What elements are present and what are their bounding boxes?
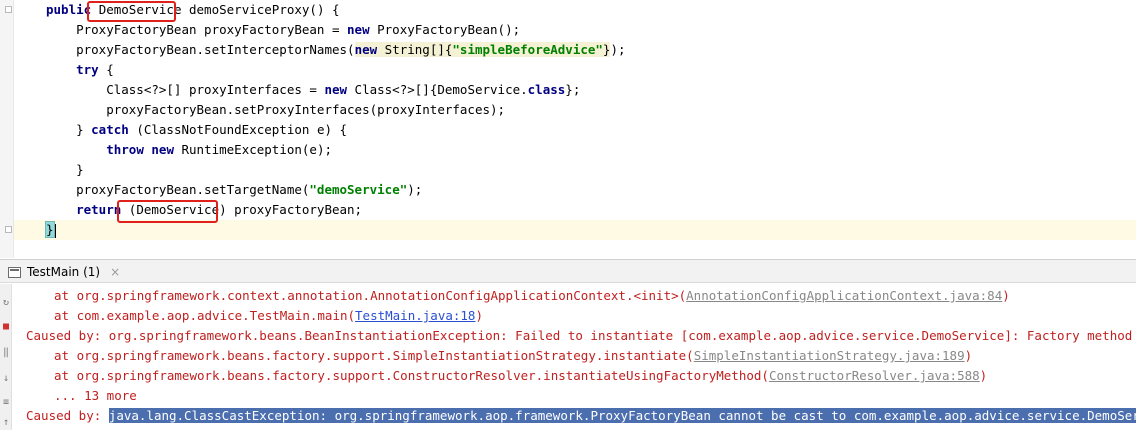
console-text: at org.springframework.beans.factory.sup… <box>54 348 694 363</box>
console-line: Caused by: java.lang.ClassCastException:… <box>26 406 1136 426</box>
source-link[interactable]: TestMain.java:18 <box>355 308 475 323</box>
source-link[interactable]: ConstructorResolver.java:588 <box>769 368 980 383</box>
code-token: public <box>46 2 92 17</box>
code-token: ); <box>407 182 423 197</box>
code-token: new <box>324 82 348 97</box>
code-token: Class<?>[]{DemoService. <box>347 82 528 97</box>
code-token: }; <box>565 82 581 97</box>
code-token: new <box>354 42 378 57</box>
code-line[interactable]: proxyFactoryBean.setTargetName("demoServ… <box>46 180 422 200</box>
close-icon[interactable]: × <box>110 265 120 279</box>
pause-icon[interactable]: ‖ <box>2 348 10 358</box>
code-line[interactable]: public DemoService demoServiceProxy() { <box>46 0 340 20</box>
code-line[interactable]: try { <box>46 60 114 80</box>
tab-testmain[interactable]: TestMain (1) × <box>8 263 120 281</box>
code-token: DemoService <box>98 2 182 17</box>
code-token: RuntimeException(e); <box>173 142 333 157</box>
source-link[interactable]: AnnotationConfigApplicationContext.java:… <box>686 288 1002 303</box>
fold-icon[interactable] <box>5 226 12 233</box>
scroll-down-icon[interactable]: ↓ <box>2 374 10 384</box>
scroll-up-icon[interactable]: ↑ <box>2 418 10 428</box>
code-line[interactable]: proxyFactoryBean.setProxyInterfaces(prox… <box>46 100 505 120</box>
code-token: ProxyFactoryBean(); <box>369 22 521 37</box>
console-text: ) <box>475 308 483 323</box>
code-token: try <box>76 62 99 77</box>
text-caret <box>53 223 56 238</box>
print-icon[interactable]: ≡ <box>2 398 10 408</box>
code-token: "demoService" <box>309 182 408 197</box>
run-tab-icon <box>8 266 21 278</box>
code-token: { <box>98 62 114 77</box>
console-text: ... 13 more <box>54 388 137 403</box>
code-line[interactable]: throw new RuntimeException(e); <box>46 140 332 160</box>
code-line[interactable]: } catch (ClassNotFoundException e) { <box>46 120 347 140</box>
console-line: at org.springframework.beans.factory.sup… <box>54 366 987 386</box>
code-token: new <box>347 22 370 37</box>
code-line[interactable]: proxyFactoryBean.setInterceptorNames(new… <box>46 40 626 60</box>
code-token: catch <box>91 122 129 137</box>
console-line: Caused by: org.springframework.beans.Bea… <box>26 326 1136 346</box>
code-token: return <box>76 202 122 217</box>
fold-icon[interactable] <box>5 6 12 13</box>
console-text: at org.springframework.beans.factory.sup… <box>54 368 769 383</box>
code-token: demoServiceProxy() { <box>181 2 340 17</box>
console-text: ) <box>979 368 988 383</box>
console-text: ) <box>964 348 973 363</box>
source-link[interactable]: SimpleInstantiationStrategy.java:189 <box>694 348 965 363</box>
console-output[interactable]: ↻ ■ ‖ ↓ ≡ ↑ at org.springframework.conte… <box>0 284 1136 430</box>
editor-gutter <box>0 0 14 258</box>
code-token: } <box>45 221 55 238</box>
console-text: Caused by: <box>26 408 109 423</box>
console-line: ... 13 more <box>54 386 137 406</box>
code-line[interactable]: return (DemoService) proxyFactoryBean; <box>46 200 362 220</box>
code-line-current[interactable]: } <box>14 220 1136 240</box>
selected-text: java.lang.ClassCastException: org.spring… <box>108 408 1136 423</box>
console-text: ) <box>1002 288 1010 303</box>
run-tool-window-header: TestMain (1) × <box>0 259 1136 283</box>
console-line: at org.springframework.beans.factory.sup… <box>54 346 972 366</box>
stop-icon[interactable]: ■ <box>2 322 10 332</box>
console-line: at org.springframework.context.annotatio… <box>54 286 1010 306</box>
code-token: new <box>151 142 174 157</box>
code-token: (DemoService) proxyFactoryBean; <box>121 202 363 217</box>
code-token: } <box>46 162 84 177</box>
rerun-icon[interactable]: ↻ <box>2 298 10 308</box>
code-token: "simpleBeforeAdvice" <box>452 42 603 57</box>
code-token: proxyFactoryBean.setTargetName( <box>46 182 310 197</box>
code-token: Class<?>[] proxyInterfaces = <box>46 82 325 97</box>
console-line: at com.example.aop.advice.TestMain.main(… <box>54 306 483 326</box>
console-text: at org.springframework.context.annotatio… <box>54 288 687 303</box>
code-token: proxyFactoryBean.setProxyInterfaces(prox… <box>46 102 506 117</box>
code-line[interactable]: } <box>46 160 84 180</box>
console-text: at com.example.aop.advice.TestMain.main( <box>54 308 356 323</box>
code-token: String[]{ <box>377 42 453 57</box>
code-token: ); <box>610 42 626 57</box>
code-token: class <box>527 82 566 97</box>
code-token: } <box>46 122 92 137</box>
code-token: proxyFactoryBean.setInterceptorNames( <box>46 42 355 57</box>
code-token: throw <box>106 142 144 157</box>
code-token: (ClassNotFoundException e) { <box>128 122 348 137</box>
console-toolbar: ↻ ■ ‖ ↓ ≡ ↑ <box>0 284 12 430</box>
tab-label: TestMain (1) <box>27 265 101 279</box>
console-text: Caused by: org.springframework.beans.Bea… <box>26 328 1136 343</box>
code-line[interactable]: ProxyFactoryBean proxyFactoryBean = new … <box>46 20 520 40</box>
code-token: ProxyFactoryBean proxyFactoryBean = <box>46 22 348 37</box>
code-editor[interactable]: public DemoService demoServiceProxy() { … <box>0 0 1136 258</box>
code-line[interactable]: Class<?>[] proxyInterfaces = new Class<?… <box>46 80 580 100</box>
